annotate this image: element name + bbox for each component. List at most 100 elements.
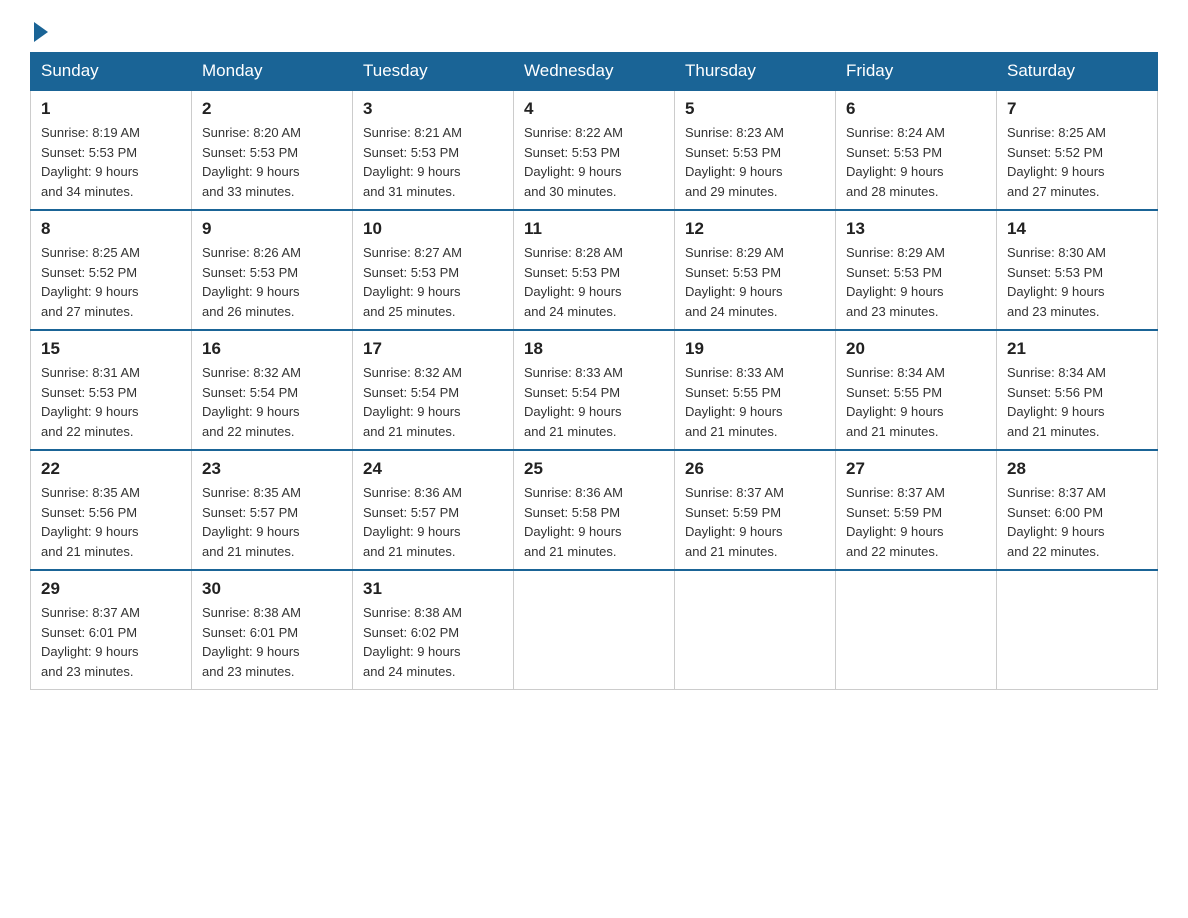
calendar-cell: 11 Sunrise: 8:28 AM Sunset: 5:53 PM Dayl… bbox=[514, 210, 675, 330]
calendar-cell: 8 Sunrise: 8:25 AM Sunset: 5:52 PM Dayli… bbox=[31, 210, 192, 330]
day-number: 6 bbox=[846, 99, 986, 119]
day-number: 16 bbox=[202, 339, 342, 359]
calendar-cell: 27 Sunrise: 8:37 AM Sunset: 5:59 PM Dayl… bbox=[836, 450, 997, 570]
calendar-header-tuesday: Tuesday bbox=[353, 53, 514, 91]
calendar-week-row: 22 Sunrise: 8:35 AM Sunset: 5:56 PM Dayl… bbox=[31, 450, 1158, 570]
calendar-cell: 22 Sunrise: 8:35 AM Sunset: 5:56 PM Dayl… bbox=[31, 450, 192, 570]
day-number: 3 bbox=[363, 99, 503, 119]
calendar-week-row: 8 Sunrise: 8:25 AM Sunset: 5:52 PM Dayli… bbox=[31, 210, 1158, 330]
calendar-cell: 28 Sunrise: 8:37 AM Sunset: 6:00 PM Dayl… bbox=[997, 450, 1158, 570]
calendar-table: SundayMondayTuesdayWednesdayThursdayFrid… bbox=[30, 52, 1158, 690]
calendar-header-sunday: Sunday bbox=[31, 53, 192, 91]
calendar-cell: 6 Sunrise: 8:24 AM Sunset: 5:53 PM Dayli… bbox=[836, 90, 997, 210]
day-number: 10 bbox=[363, 219, 503, 239]
calendar-cell: 13 Sunrise: 8:29 AM Sunset: 5:53 PM Dayl… bbox=[836, 210, 997, 330]
calendar-cell: 17 Sunrise: 8:32 AM Sunset: 5:54 PM Dayl… bbox=[353, 330, 514, 450]
logo-triangle-icon bbox=[34, 22, 48, 42]
day-info: Sunrise: 8:26 AM Sunset: 5:53 PM Dayligh… bbox=[202, 243, 342, 321]
day-number: 2 bbox=[202, 99, 342, 119]
day-info: Sunrise: 8:32 AM Sunset: 5:54 PM Dayligh… bbox=[363, 363, 503, 441]
day-info: Sunrise: 8:27 AM Sunset: 5:53 PM Dayligh… bbox=[363, 243, 503, 321]
day-number: 5 bbox=[685, 99, 825, 119]
calendar-cell: 12 Sunrise: 8:29 AM Sunset: 5:53 PM Dayl… bbox=[675, 210, 836, 330]
day-info: Sunrise: 8:37 AM Sunset: 5:59 PM Dayligh… bbox=[685, 483, 825, 561]
day-info: Sunrise: 8:33 AM Sunset: 5:54 PM Dayligh… bbox=[524, 363, 664, 441]
calendar-cell: 25 Sunrise: 8:36 AM Sunset: 5:58 PM Dayl… bbox=[514, 450, 675, 570]
day-number: 17 bbox=[363, 339, 503, 359]
calendar-cell bbox=[675, 570, 836, 690]
day-number: 20 bbox=[846, 339, 986, 359]
day-info: Sunrise: 8:31 AM Sunset: 5:53 PM Dayligh… bbox=[41, 363, 181, 441]
day-info: Sunrise: 8:30 AM Sunset: 5:53 PM Dayligh… bbox=[1007, 243, 1147, 321]
calendar-cell: 26 Sunrise: 8:37 AM Sunset: 5:59 PM Dayl… bbox=[675, 450, 836, 570]
calendar-cell bbox=[836, 570, 997, 690]
calendar-header-thursday: Thursday bbox=[675, 53, 836, 91]
calendar-header-friday: Friday bbox=[836, 53, 997, 91]
day-info: Sunrise: 8:38 AM Sunset: 6:01 PM Dayligh… bbox=[202, 603, 342, 681]
day-number: 4 bbox=[524, 99, 664, 119]
calendar-cell: 7 Sunrise: 8:25 AM Sunset: 5:52 PM Dayli… bbox=[997, 90, 1158, 210]
calendar-cell: 24 Sunrise: 8:36 AM Sunset: 5:57 PM Dayl… bbox=[353, 450, 514, 570]
calendar-cell: 16 Sunrise: 8:32 AM Sunset: 5:54 PM Dayl… bbox=[192, 330, 353, 450]
day-info: Sunrise: 8:24 AM Sunset: 5:53 PM Dayligh… bbox=[846, 123, 986, 201]
day-info: Sunrise: 8:29 AM Sunset: 5:53 PM Dayligh… bbox=[846, 243, 986, 321]
calendar-cell: 10 Sunrise: 8:27 AM Sunset: 5:53 PM Dayl… bbox=[353, 210, 514, 330]
day-info: Sunrise: 8:34 AM Sunset: 5:56 PM Dayligh… bbox=[1007, 363, 1147, 441]
day-number: 31 bbox=[363, 579, 503, 599]
day-info: Sunrise: 8:37 AM Sunset: 6:01 PM Dayligh… bbox=[41, 603, 181, 681]
day-info: Sunrise: 8:36 AM Sunset: 5:57 PM Dayligh… bbox=[363, 483, 503, 561]
day-info: Sunrise: 8:33 AM Sunset: 5:55 PM Dayligh… bbox=[685, 363, 825, 441]
day-info: Sunrise: 8:21 AM Sunset: 5:53 PM Dayligh… bbox=[363, 123, 503, 201]
day-info: Sunrise: 8:19 AM Sunset: 5:53 PM Dayligh… bbox=[41, 123, 181, 201]
day-number: 9 bbox=[202, 219, 342, 239]
logo-text bbox=[30, 20, 48, 42]
calendar-cell: 23 Sunrise: 8:35 AM Sunset: 5:57 PM Dayl… bbox=[192, 450, 353, 570]
day-info: Sunrise: 8:29 AM Sunset: 5:53 PM Dayligh… bbox=[685, 243, 825, 321]
calendar-header-monday: Monday bbox=[192, 53, 353, 91]
logo bbox=[30, 20, 48, 42]
day-info: Sunrise: 8:25 AM Sunset: 5:52 PM Dayligh… bbox=[1007, 123, 1147, 201]
day-number: 21 bbox=[1007, 339, 1147, 359]
calendar-cell: 29 Sunrise: 8:37 AM Sunset: 6:01 PM Dayl… bbox=[31, 570, 192, 690]
calendar-cell bbox=[514, 570, 675, 690]
day-info: Sunrise: 8:35 AM Sunset: 5:57 PM Dayligh… bbox=[202, 483, 342, 561]
calendar-cell: 5 Sunrise: 8:23 AM Sunset: 5:53 PM Dayli… bbox=[675, 90, 836, 210]
day-number: 30 bbox=[202, 579, 342, 599]
day-info: Sunrise: 8:37 AM Sunset: 5:59 PM Dayligh… bbox=[846, 483, 986, 561]
calendar-cell: 9 Sunrise: 8:26 AM Sunset: 5:53 PM Dayli… bbox=[192, 210, 353, 330]
day-number: 22 bbox=[41, 459, 181, 479]
calendar-week-row: 29 Sunrise: 8:37 AM Sunset: 6:01 PM Dayl… bbox=[31, 570, 1158, 690]
day-number: 8 bbox=[41, 219, 181, 239]
day-info: Sunrise: 8:34 AM Sunset: 5:55 PM Dayligh… bbox=[846, 363, 986, 441]
calendar-cell: 30 Sunrise: 8:38 AM Sunset: 6:01 PM Dayl… bbox=[192, 570, 353, 690]
day-info: Sunrise: 8:25 AM Sunset: 5:52 PM Dayligh… bbox=[41, 243, 181, 321]
day-number: 27 bbox=[846, 459, 986, 479]
day-number: 25 bbox=[524, 459, 664, 479]
calendar-cell: 19 Sunrise: 8:33 AM Sunset: 5:55 PM Dayl… bbox=[675, 330, 836, 450]
day-info: Sunrise: 8:23 AM Sunset: 5:53 PM Dayligh… bbox=[685, 123, 825, 201]
calendar-cell: 15 Sunrise: 8:31 AM Sunset: 5:53 PM Dayl… bbox=[31, 330, 192, 450]
day-number: 15 bbox=[41, 339, 181, 359]
day-info: Sunrise: 8:35 AM Sunset: 5:56 PM Dayligh… bbox=[41, 483, 181, 561]
day-number: 26 bbox=[685, 459, 825, 479]
calendar-cell: 18 Sunrise: 8:33 AM Sunset: 5:54 PM Dayl… bbox=[514, 330, 675, 450]
day-info: Sunrise: 8:22 AM Sunset: 5:53 PM Dayligh… bbox=[524, 123, 664, 201]
calendar-cell: 3 Sunrise: 8:21 AM Sunset: 5:53 PM Dayli… bbox=[353, 90, 514, 210]
calendar-header-wednesday: Wednesday bbox=[514, 53, 675, 91]
calendar-cell: 1 Sunrise: 8:19 AM Sunset: 5:53 PM Dayli… bbox=[31, 90, 192, 210]
day-number: 24 bbox=[363, 459, 503, 479]
day-number: 14 bbox=[1007, 219, 1147, 239]
day-number: 28 bbox=[1007, 459, 1147, 479]
day-number: 13 bbox=[846, 219, 986, 239]
calendar-week-row: 1 Sunrise: 8:19 AM Sunset: 5:53 PM Dayli… bbox=[31, 90, 1158, 210]
day-number: 12 bbox=[685, 219, 825, 239]
day-number: 23 bbox=[202, 459, 342, 479]
day-number: 29 bbox=[41, 579, 181, 599]
calendar-header-saturday: Saturday bbox=[997, 53, 1158, 91]
calendar-cell: 14 Sunrise: 8:30 AM Sunset: 5:53 PM Dayl… bbox=[997, 210, 1158, 330]
calendar-cell: 21 Sunrise: 8:34 AM Sunset: 5:56 PM Dayl… bbox=[997, 330, 1158, 450]
day-number: 1 bbox=[41, 99, 181, 119]
day-info: Sunrise: 8:20 AM Sunset: 5:53 PM Dayligh… bbox=[202, 123, 342, 201]
day-info: Sunrise: 8:38 AM Sunset: 6:02 PM Dayligh… bbox=[363, 603, 503, 681]
day-number: 7 bbox=[1007, 99, 1147, 119]
